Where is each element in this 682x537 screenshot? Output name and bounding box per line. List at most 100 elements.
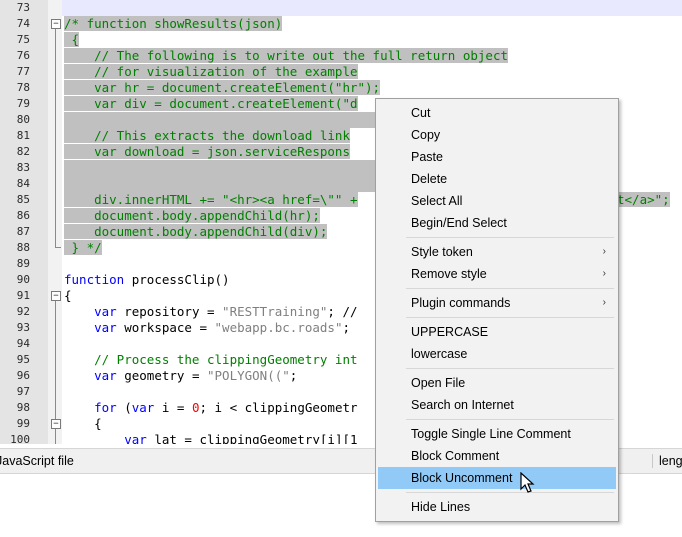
code-text: workspace = [116,320,215,335]
code-text: var hr = document.createElement("hr"); [64,80,381,95]
mouse-pointer-icon [520,472,535,493]
menu-item-label: Paste [411,150,443,164]
menu-item-lowercase[interactable]: lowercase [378,343,616,365]
line-number: 87 [16,225,30,238]
line-number: 73 [16,1,30,14]
line-number: 80 [16,113,30,126]
menu-item-search-on-internet[interactable]: Search on Internet [378,394,616,416]
keyword: for [64,400,117,415]
menu-item-label: UPPERCASE [411,325,489,339]
line-number: 88 [16,241,30,254]
code-text: // This extracts the download link [64,128,350,143]
menu-item-label: Plugin commands [411,296,511,310]
fold-collapse-icon[interactable]: − [51,19,61,29]
menu-item-paste[interactable]: Paste [378,146,616,168]
code-text: { [64,288,72,303]
menu-item-label: Style token [411,245,473,259]
code-line-100: var lat = clippingGeometry[i][1 [64,432,357,444]
line-number: 91 [16,289,30,302]
code-text: ; [342,320,350,335]
code-line-91: { [64,288,72,304]
code-line-93: var workspace = "webapp.bc.roads"; [64,320,350,336]
line-number: 97 [16,385,30,398]
line-number: 79 [16,97,30,110]
menu-item-remove-style[interactable]: Remove style › [378,263,616,285]
string: "POLYGON((" [207,368,290,383]
comment: // Process the clippingGeometry int [64,352,358,367]
line-number: 94 [16,337,30,350]
keyword: var [64,368,117,383]
fold-collapse-icon[interactable]: − [51,419,61,429]
menu-separator [406,419,614,420]
menu-item-label: Toggle Single Line Comment [411,427,571,441]
menu-item-plugin-commands[interactable]: Plugin commands › [378,292,616,314]
code-text: // The following is to write out the ful… [64,48,509,63]
menu-item-label: Open File [411,376,466,390]
context-menu: Cut Copy Paste Delete Select All Begin/E… [375,98,619,522]
menu-item-label: Block Comment [411,449,500,463]
code-text: processClip() [124,272,230,287]
code-text: { [64,416,102,431]
line-number: 82 [16,145,30,158]
line-number: 90 [16,273,30,286]
menu-item-block-uncomment[interactable]: Block Uncomment [378,467,616,489]
keyword: var [64,320,117,335]
code-line-90: function processClip() [64,272,230,288]
menu-item-open-file[interactable]: Open File [378,372,616,394]
string: "webapp.bc.roads" [214,320,343,335]
menu-item-block-comment[interactable]: Block Comment [378,445,616,467]
submenu-arrow-icon: › [602,268,606,279]
fold-collapse-icon[interactable]: − [51,291,61,301]
menu-item-copy[interactable]: Copy [378,124,616,146]
menu-item-label: Select All [411,194,463,208]
line-number: 78 [16,81,30,94]
menu-item-delete[interactable]: Delete [378,168,616,190]
code-text: ; i < clippingGeometr [199,400,358,415]
line-number: 98 [16,401,30,414]
menu-item-cut[interactable]: Cut [378,102,616,124]
menu-item-label: Remove style [411,267,487,281]
line-number: 100 [10,433,30,444]
menu-item-select-all[interactable]: Select All [378,190,616,212]
code-text: var div = document.createElement("d [64,96,358,111]
menu-item-label: Block Uncomment [411,471,513,485]
code-text [64,160,376,176]
menu-item-uppercase[interactable]: UPPERCASE [378,321,616,343]
menu-separator [406,288,614,289]
menu-item-style-token[interactable]: Style token › [378,241,616,263]
code-text: var download = json.serviceRespons [64,144,350,159]
code-text: div.innerHTML += "<hr><a href=\"" + [64,192,358,207]
code-text: i = [154,400,192,415]
code-line-95: // Process the clippingGeometry int [64,352,358,368]
line-number: 85 [16,193,30,206]
code-line-74: /* function showResults(json) [64,16,283,32]
code-line-87: document.body.appendChild(div); [64,224,328,240]
menu-item-begin-end-select[interactable]: Begin/End Select [378,212,616,234]
code-line-75: { [64,32,80,48]
submenu-arrow-icon: › [602,246,606,257]
menu-item-label: Delete [411,172,448,186]
line-number: 86 [16,209,30,222]
code-text: } */ [64,240,102,255]
fold-line [55,29,56,247]
code-text: ; // [327,304,358,319]
line-number: 77 [16,65,30,78]
code-text: ( [116,400,132,415]
line-number: 76 [16,49,30,62]
current-line-highlight [62,0,682,16]
menu-item-toggle-single-line-comment[interactable]: Toggle Single Line Comment [378,423,616,445]
code-line-88: } */ [64,240,102,256]
string: "RESTTraining" [222,304,328,319]
line-number: 96 [16,369,30,382]
code-text [64,176,376,192]
menu-item-label: lowercase [411,347,468,361]
line-number: 93 [16,321,30,334]
code-line-82: var download = json.serviceRespons [64,144,350,160]
line-number: 75 [16,33,30,46]
code-text: t</a>"; [617,192,670,207]
menu-separator [406,317,614,318]
line-number: 74 [16,17,30,30]
code-text [64,112,376,128]
menu-item-hide-lines[interactable]: Hide Lines [378,496,616,518]
file-type-label: JavaScript file [0,454,74,468]
